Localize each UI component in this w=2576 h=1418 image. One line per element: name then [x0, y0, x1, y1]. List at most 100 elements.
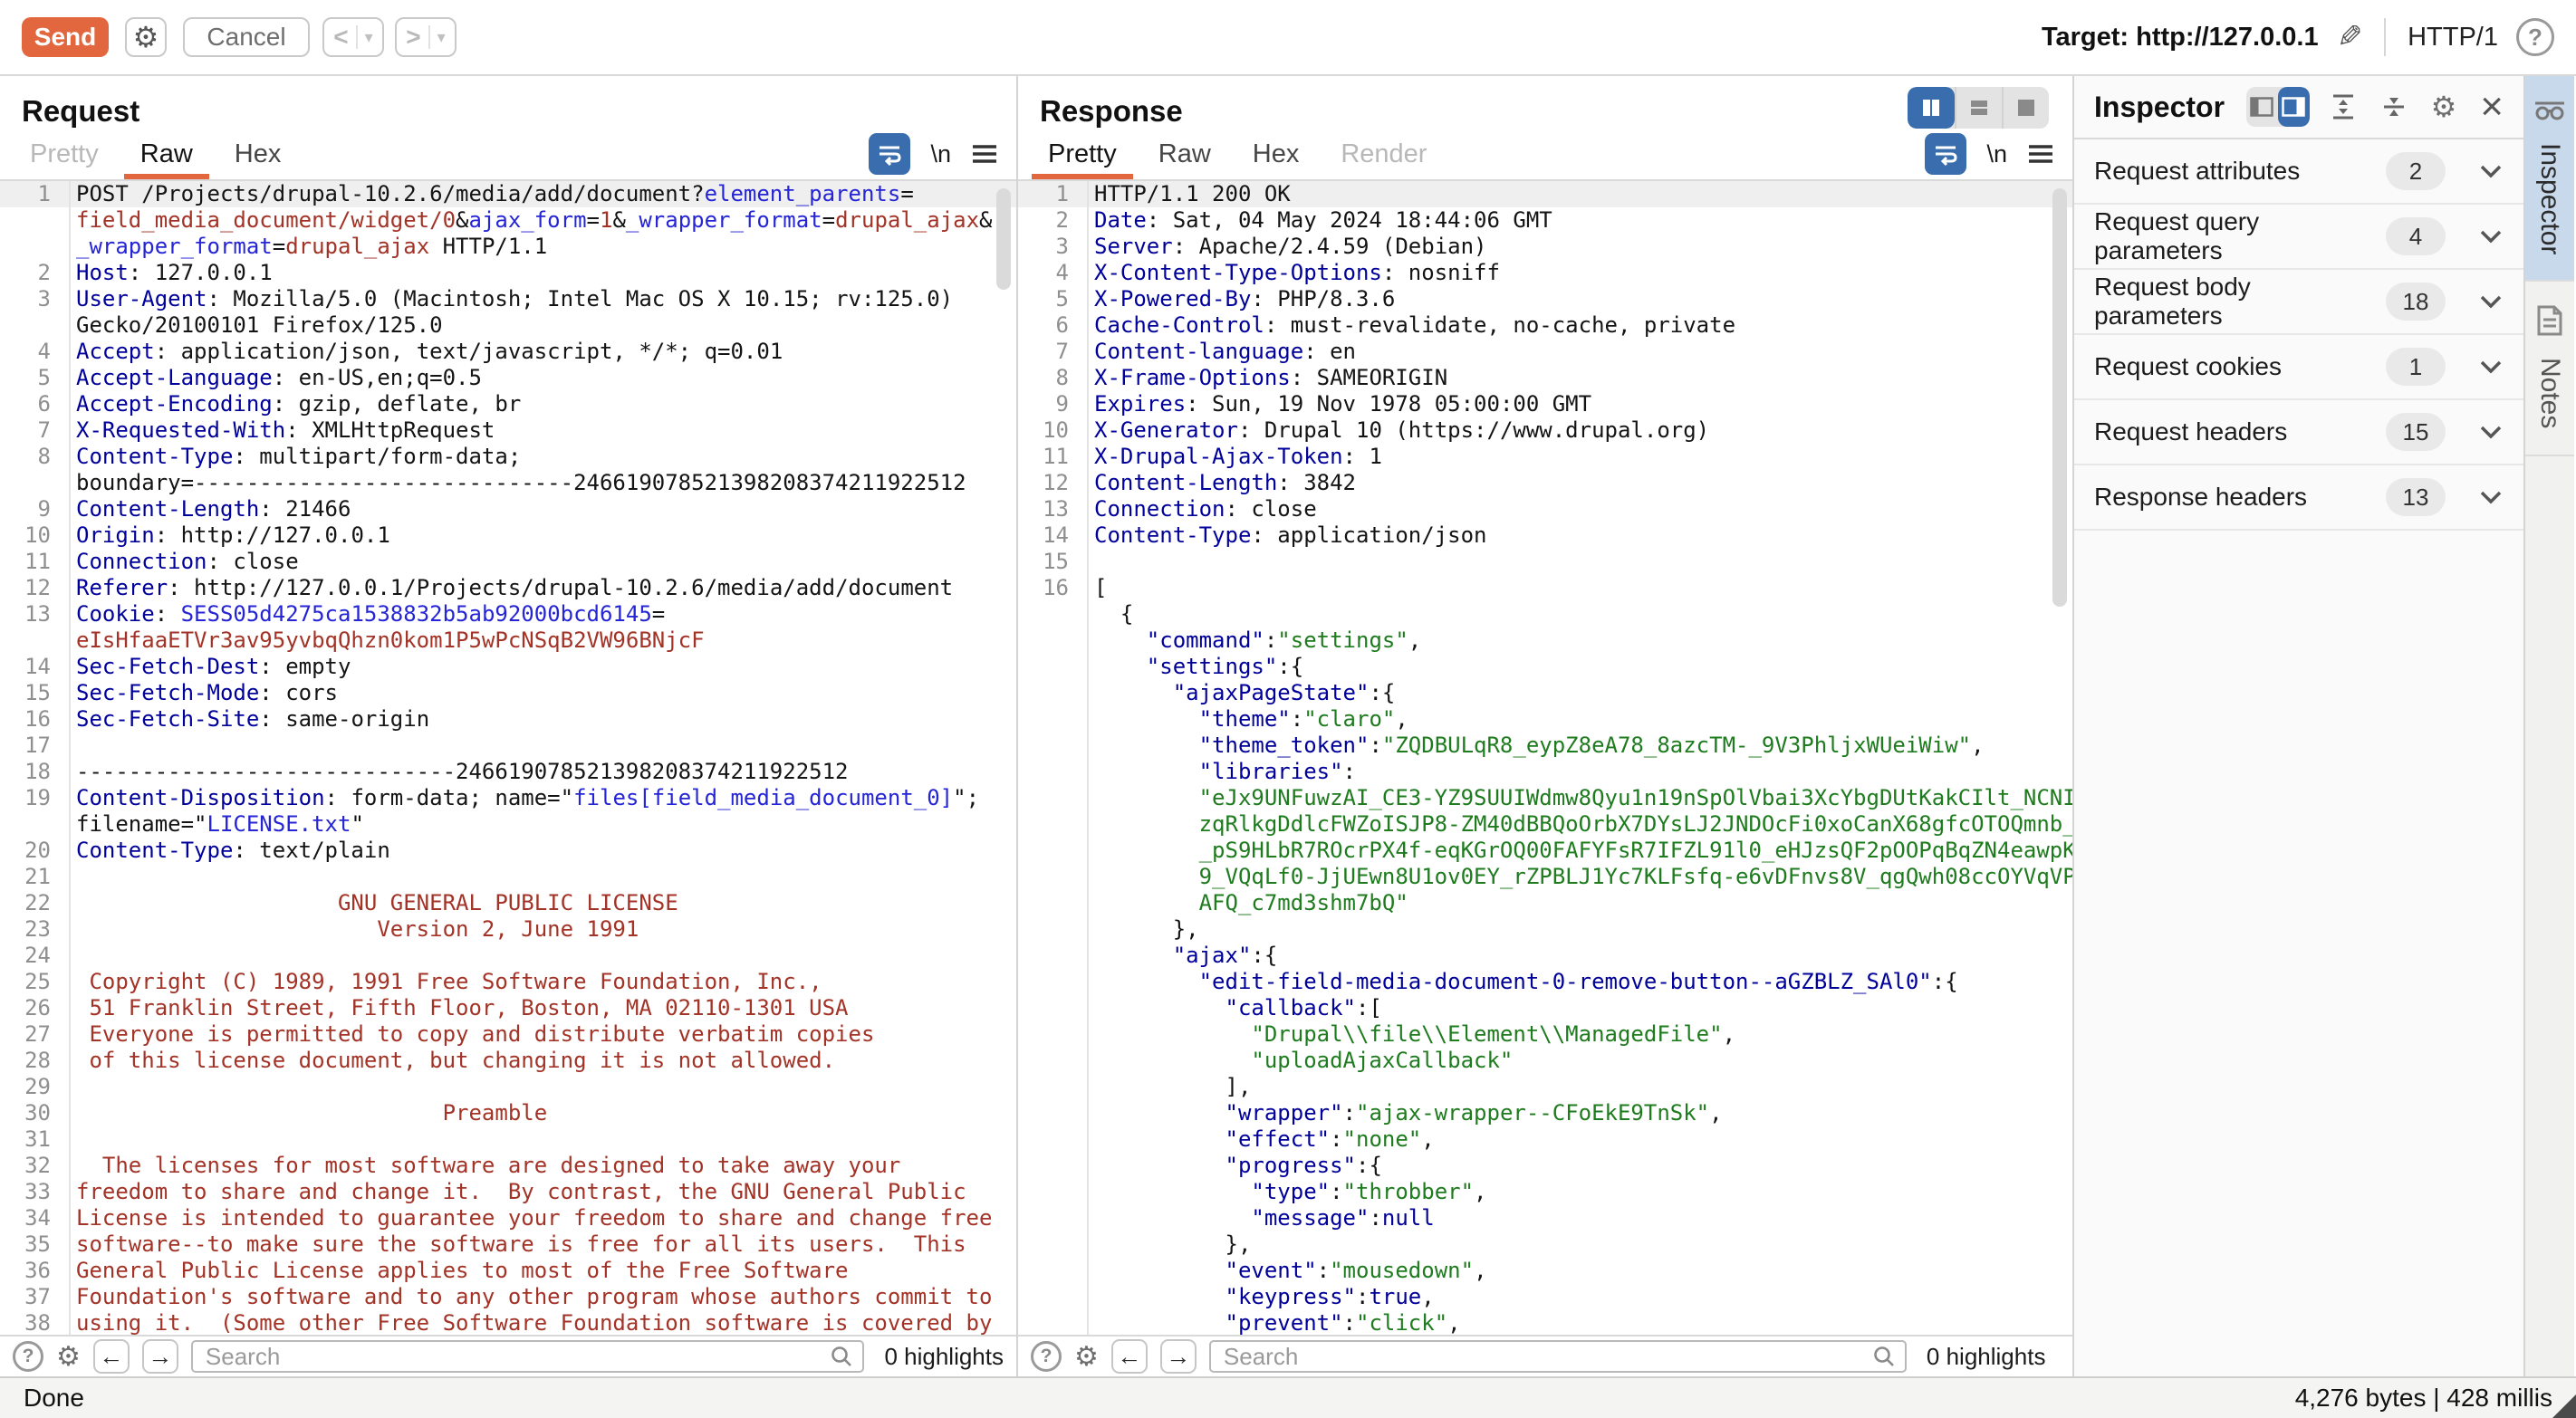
rows-layout-icon [1968, 97, 1990, 119]
code-line: 13Connection: close [1018, 496, 2072, 522]
inspector-section-label: Request headers [2094, 417, 2386, 446]
chevron-down-icon: ▾ [365, 28, 373, 47]
inspector-section-label: Request cookies [2094, 352, 2386, 381]
dock-right-button[interactable] [2278, 87, 2310, 127]
search-prev-button[interactable]: ← [1111, 1339, 1148, 1374]
request-editor[interactable]: 1POST /Projects/drupal-10.2.6/media/add/… [0, 181, 1016, 1335]
response-title: Response [1040, 94, 1183, 129]
layout-columns-button[interactable] [1908, 87, 1955, 129]
inspector-section-request-headers[interactable]: Request headers15 [2074, 400, 2523, 465]
search-help-icon[interactable]: ? [13, 1341, 43, 1372]
request-tabs: PrettyRawHex \n [0, 129, 1016, 181]
word-wrap-toggle[interactable] [1925, 133, 1966, 175]
send-settings-button[interactable]: ⚙ [125, 17, 167, 57]
editor-menu-icon[interactable] [2027, 143, 2054, 165]
response-editor[interactable]: 1HTTP/1.1 200 OK2Date: Sat, 04 May 2024 … [1018, 181, 2072, 1335]
code-line: eIsHfaaETVr3av95yvbqQhzn0kom1P5wPcNSqB2V… [0, 628, 1016, 654]
search-next-button[interactable]: → [1160, 1339, 1197, 1374]
tab-pretty[interactable]: Pretty [1032, 129, 1133, 179]
request-scrollbar[interactable] [996, 188, 1011, 290]
side-tab-notes[interactable]: Notes [2525, 282, 2574, 455]
code-line: 32 The licenses for most software are de… [0, 1153, 1016, 1179]
code-line: 5X-Powered-By: PHP/8.3.6 [1018, 286, 2072, 312]
code-line: 10Origin: http://127.0.0.1 [0, 522, 1016, 549]
target-label: Target: http://127.0.0.1 [2042, 23, 2319, 53]
code-line: 14Content-Type: application/json [1018, 522, 2072, 549]
search-help-icon[interactable]: ? [1031, 1341, 1062, 1372]
response-scrollbar[interactable] [2052, 188, 2067, 607]
response-search-bar: ? ⚙ ← → 0 highlights [1018, 1335, 2072, 1376]
edit-target-icon[interactable]: ✎ [2337, 19, 2363, 55]
search-next-button[interactable]: → [142, 1339, 178, 1374]
tab-render: Render [1324, 129, 1443, 179]
resize-corner-handle[interactable] [2552, 1394, 2576, 1418]
show-newlines-toggle[interactable]: \n [930, 140, 951, 168]
code-line: "eJx9UNFuwzAI_CE3-YZ9SUUIWdmw8Qyu1n19nSp… [1018, 785, 2072, 811]
request-title: Request [22, 94, 139, 129]
search-prev-button[interactable]: ← [93, 1339, 130, 1374]
inspector-section-response-headers[interactable]: Response headers13 [2074, 465, 2523, 531]
search-settings-icon[interactable]: ⚙ [1074, 1341, 1099, 1373]
code-line: "callback":[ [1018, 995, 2072, 1021]
dock-left-button[interactable] [2246, 87, 2278, 127]
layout-toggle [1908, 87, 2049, 129]
show-newlines-toggle[interactable]: \n [1986, 140, 2007, 168]
code-line: 2Host: 127.0.0.1 [0, 260, 1016, 286]
code-line: 1HTTP/1.1 200 OK [1018, 181, 2072, 207]
code-line: 23 Version 2, June 1991 [0, 916, 1016, 943]
tab-hex[interactable]: Hex [1236, 129, 1316, 179]
search-settings-icon[interactable]: ⚙ [56, 1341, 81, 1373]
inspector-sections: Request attributes2Request query paramet… [2074, 139, 2523, 531]
send-button[interactable]: Send [22, 17, 109, 57]
request-search-input[interactable] [191, 1340, 865, 1373]
expand-all-icon[interactable] [2330, 93, 2357, 120]
history-back-button[interactable]: < ▾ [322, 17, 384, 57]
tab-hex[interactable]: Hex [218, 129, 298, 179]
wrap-lines-icon [1933, 141, 1958, 167]
code-line: 22 GNU GENERAL PUBLIC LICENSE [0, 890, 1016, 916]
code-line: 11Connection: close [0, 549, 1016, 575]
code-line: "settings":{ [1018, 654, 2072, 680]
code-line: 26 51 Franklin Street, Fifth Floor, Bost… [0, 995, 1016, 1021]
word-wrap-toggle[interactable] [869, 133, 910, 175]
main-area: Request PrettyRawHex \n [0, 76, 2576, 1376]
code-line: zqRlkgDdlcFWZoISJP8-ZM40dBBQoOrbX7DYsLJ2… [1018, 811, 2072, 838]
inspector-close-icon[interactable]: × [2480, 87, 2504, 127]
arrow-right-icon: → [148, 1343, 172, 1371]
code-line: 37Foundation's software and to any other… [0, 1284, 1016, 1310]
request-panel: Request PrettyRawHex \n [0, 76, 1018, 1376]
inspector-settings-icon[interactable]: ⚙ [2431, 90, 2457, 124]
inspector-section-request-attributes[interactable]: Request attributes2 [2074, 139, 2523, 205]
status-text: Done [24, 1384, 84, 1413]
tab-raw[interactable]: Raw [124, 129, 209, 179]
editor-menu-icon[interactable] [971, 143, 998, 165]
code-line: "progress":{ [1018, 1153, 2072, 1179]
request-panel-header: Request [0, 76, 1016, 129]
divider [428, 25, 430, 49]
tab-raw[interactable]: Raw [1142, 129, 1227, 179]
side-tab-notes-label: Notes [2534, 358, 2565, 428]
inspector-section-request-query-parameters[interactable]: Request query parameters4 [2074, 205, 2523, 270]
inspector-section-request-cookies[interactable]: Request cookies1 [2074, 335, 2523, 400]
code-line: 11X-Drupal-Ajax-Token: 1 [1018, 444, 2072, 470]
code-line: Gecko/20100101 Firefox/125.0 [0, 312, 1016, 339]
code-line: 31 [0, 1126, 1016, 1153]
layout-single-button[interactable] [2002, 87, 2049, 129]
code-line: 14Sec-Fetch-Dest: empty [0, 654, 1016, 680]
cancel-button[interactable]: Cancel [183, 17, 310, 57]
response-panel-header: Response [1018, 76, 2072, 129]
side-tab-inspector[interactable]: Inspector [2525, 76, 2574, 282]
code-line: "type":"throbber", [1018, 1179, 2072, 1205]
inspector-section-request-body-parameters[interactable]: Request body parameters18 [2074, 270, 2523, 335]
panel-left-icon [2250, 97, 2273, 117]
response-search-input[interactable] [1209, 1340, 1907, 1373]
history-forward-button[interactable]: > ▾ [395, 17, 457, 57]
collapse-all-icon[interactable] [2380, 93, 2408, 120]
code-line: filename="LICENSE.txt" [0, 811, 1016, 838]
http-version-dropdown[interactable]: HTTP/1 [2408, 23, 2498, 53]
code-line: }, [1018, 916, 2072, 943]
code-line: 29 [0, 1074, 1016, 1100]
layout-rows-button[interactable] [1955, 87, 2002, 129]
code-line: "uploadAjaxCallback" [1018, 1048, 2072, 1074]
help-icon[interactable]: ? [2516, 18, 2554, 56]
